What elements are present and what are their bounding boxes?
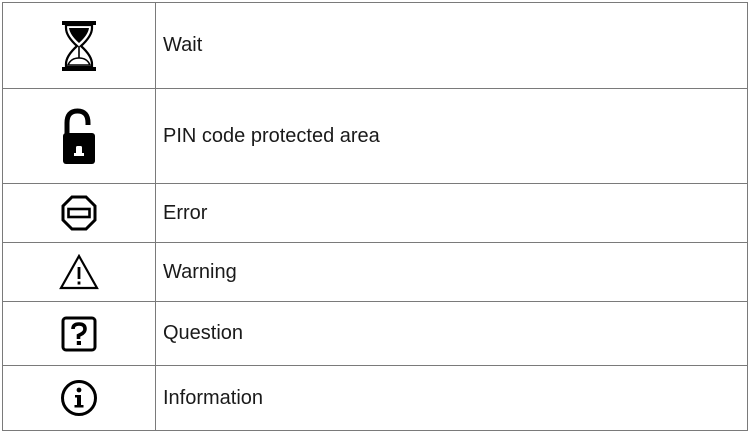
row-label: Error	[155, 183, 748, 243]
icon-cell	[2, 2, 156, 89]
information-circle-icon	[61, 380, 97, 416]
row-label: Warning	[155, 242, 748, 302]
error-stop-icon	[61, 195, 97, 231]
table-row: Question	[2, 301, 748, 366]
icon-cell	[2, 183, 156, 243]
icon-cell	[2, 365, 156, 431]
warning-triangle-icon	[59, 254, 99, 290]
icon-cell	[2, 301, 156, 366]
row-label: Information	[155, 365, 748, 431]
icon-cell	[2, 242, 156, 302]
icon-cell	[2, 88, 156, 184]
hourglass-icon	[62, 20, 96, 71]
table-row: Error	[2, 183, 748, 243]
padlock-open-icon	[63, 108, 95, 164]
row-label: PIN code protected area	[155, 88, 748, 184]
table-row: Wait	[2, 2, 748, 89]
row-label: Wait	[155, 2, 748, 89]
icon-legend-table: Wait PIN code protected area Error Warni…	[2, 2, 748, 431]
table-row: Information	[2, 365, 748, 431]
question-box-icon	[61, 316, 97, 351]
table-row: Warning	[2, 242, 748, 302]
row-label: Question	[155, 301, 748, 366]
table-row: PIN code protected area	[2, 88, 748, 184]
